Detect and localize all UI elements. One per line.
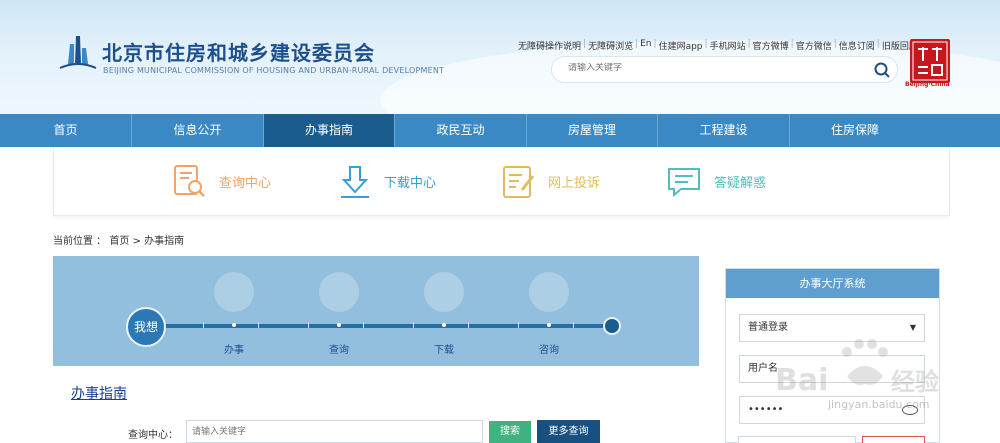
track-tick (413, 322, 414, 328)
complaint-icon (503, 165, 535, 198)
track-tick (468, 322, 469, 328)
service-guide-title[interactable]: 办事指南 (71, 383, 127, 403)
breadcrumb-separator: > (132, 236, 141, 247)
quick-link-label: 查询中心 (219, 176, 272, 191)
header-search-input[interactable] (568, 63, 858, 73)
nav-housing-security[interactable]: 住房保障 (790, 114, 920, 147)
steps-track (143, 324, 615, 328)
quick-link-label: 网上投诉 (548, 176, 601, 191)
capital-seal-icon (910, 39, 950, 83)
download-icon (341, 165, 369, 198)
track-tick (573, 322, 574, 328)
track-tick (363, 322, 364, 328)
toplink-mobile[interactable]: 手机网站 (710, 39, 746, 52)
step-query[interactable]: 查询 (319, 341, 359, 356)
quick-link-download-center[interactable]: 下载中心 (338, 147, 436, 216)
username-field[interactable]: 用户名 (739, 355, 925, 383)
toplink-accessibility-help[interactable]: 无障碍操作说明 (518, 39, 581, 52)
step-consult[interactable]: 咨询 (529, 341, 569, 356)
toplink-accessible-browse[interactable]: 无障碍浏览 (588, 39, 633, 52)
captcha-image[interactable] (862, 436, 925, 443)
watermark-url: jingyan.baidu.com (828, 398, 930, 411)
breadcrumb-current: 办事指南 (144, 236, 185, 247)
toplink-subscribe[interactable]: 信息订阅 (839, 39, 875, 52)
nav-engineering[interactable]: 工程建设 (658, 114, 790, 147)
main-nav: 首页 信息公开 办事指南 政民互动 房屋管理 工程建设 住房保障 (0, 114, 1000, 147)
toplink-weibo[interactable]: 官方微博 (753, 39, 789, 52)
step-dot (232, 323, 236, 327)
track-end-dot (603, 317, 621, 335)
track-tick (258, 322, 259, 328)
step-dot (547, 323, 551, 327)
search-icon[interactable] (873, 61, 891, 79)
breadcrumb-prefix: 当前位置 ： (53, 236, 107, 247)
toplink-wechat[interactable]: 官方微信 (796, 39, 832, 52)
quick-link-online-complaint[interactable]: 网上投诉 (502, 147, 600, 216)
logo-icon[interactable] (58, 34, 98, 72)
service-hall-panel: 办事大厅系统 普通登录 ▼ 用户名 •••••• (725, 268, 940, 443)
quick-link-label: 答疑解惑 (714, 176, 767, 191)
step-dot (442, 323, 446, 327)
chat-icon (668, 167, 700, 197)
step-circle (214, 272, 254, 312)
nav-service-guide[interactable]: 办事指南 (264, 114, 395, 147)
query-center-input[interactable] (186, 420, 483, 443)
captcha-input[interactable] (738, 436, 856, 443)
nav-info-disclosure[interactable]: 信息公开 (132, 114, 264, 147)
i-want-badge: 我想 (126, 307, 166, 347)
step-do-business[interactable]: 办事 (214, 341, 254, 356)
quick-link-label: 下载中心 (384, 176, 437, 191)
password-value: •••••• (748, 404, 784, 415)
step-download[interactable]: 下载 (424, 341, 464, 356)
step-circle (424, 272, 464, 312)
toplink-app[interactable]: 住建网app (659, 39, 703, 52)
site-title[interactable]: 北京市住房和城乡建设委员会 (102, 37, 375, 66)
step-circle (319, 272, 359, 312)
toplink-english[interactable]: En (640, 39, 651, 52)
query-doc-icon (174, 164, 205, 197)
seal-caption: Beijing·China (905, 81, 950, 88)
step-dot (337, 323, 341, 327)
nav-interaction[interactable]: 政民互动 (395, 114, 527, 147)
top-links: 无障碍操作说明 | 无障碍浏览 | En | 住建网app | 手机网站 | 官方微博 | … (518, 39, 918, 52)
quick-link-query-center[interactable]: 查询中心 (173, 147, 271, 216)
login-type-select[interactable]: 普通登录 ▼ (739, 314, 925, 342)
username-placeholder: 用户名 (748, 363, 778, 374)
step-circle (529, 272, 569, 312)
header-search-box (551, 56, 898, 83)
more-query-button[interactable]: 更多查询 (537, 420, 600, 443)
breadcrumb-home[interactable]: 首页 (109, 236, 129, 247)
search-button[interactable]: 搜索 (489, 421, 531, 443)
quick-links-bar: 查询中心 下载中心 网上投诉 答疑解惑 (53, 147, 950, 216)
site-subtitle: BEIJING MUNICIPAL COMMISSION OF HOUSING … (103, 66, 445, 75)
site-header: 北京市住房和城乡建设委员会 BEIJING MUNICIPAL COMMISSI… (0, 0, 1000, 114)
breadcrumb: 当前位置 ： 首页 > 办事指南 (53, 232, 184, 247)
nav-home[interactable]: 首页 (0, 114, 132, 147)
track-tick (308, 322, 309, 328)
query-center-label: 查询中心： (128, 430, 178, 441)
service-steps-banner: 我想 办事 查询 下载 咨询 (53, 256, 699, 366)
track-tick (518, 322, 519, 328)
quick-link-faq[interactable]: 答疑解惑 (666, 147, 766, 216)
login-type-value: 普通登录 (748, 322, 788, 333)
track-tick (203, 322, 204, 328)
panel-title: 办事大厅系统 (726, 269, 939, 298)
chevron-down-icon: ▼ (909, 323, 916, 332)
nav-housing-management[interactable]: 房屋管理 (527, 114, 658, 147)
